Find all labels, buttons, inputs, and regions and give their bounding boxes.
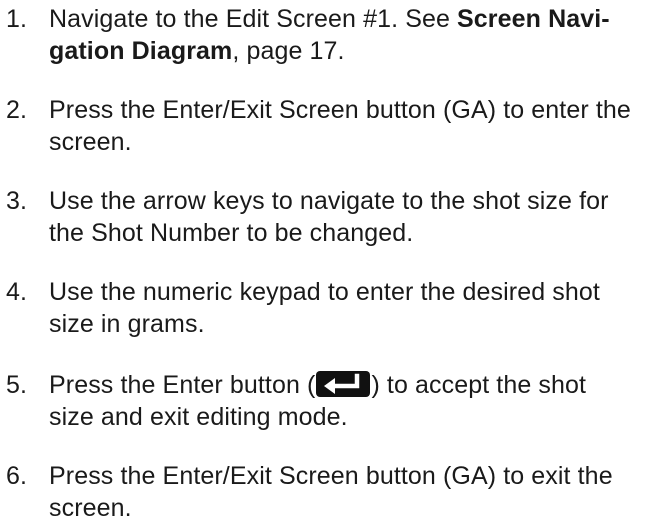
step-line: Press the Enter/Exit Screen button (GA) … [49,96,631,124]
step-number: 1. [6,5,28,33]
step-line: size and exit editing mode. [49,403,348,431]
step-text: Use the arrow keys to navigate to the sh… [49,185,659,249]
step-number: 2. [6,96,28,124]
step-text-part: , page 17. [232,37,345,65]
section-link-text: Screen Navi- [457,5,610,33]
step-text-part: Press the Enter button ( [49,371,316,399]
step-line: Use the arrow keys to navigate to the sh… [49,187,609,215]
step-line: gation Diagram, page 17. [49,35,659,67]
enter-key-icon [316,371,371,398]
step-line: Press the Enter/Exit Screen button (GA) … [49,462,613,490]
step-line: the Shot Number to be changed. [49,219,414,247]
step-line: screen. [49,128,132,156]
section-link-text: gation Diagram [49,37,233,65]
step-text-part: ) to accept the shot [371,371,587,399]
step-line: screen. [49,494,132,522]
step-text-part: Navigate to the Edit Screen #1. See [49,5,458,33]
step-line: Press the Enter button ( ) to accept the… [49,369,659,401]
step-number: 3. [6,187,28,215]
step-line: Use the numeric keypad to enter the desi… [49,278,600,306]
step-text: Use the numeric keypad to enter the desi… [49,276,659,340]
step-text: Press the Enter/Exit Screen button (GA) … [49,460,659,524]
step-text: Press the Enter/Exit Screen button (GA) … [49,94,659,158]
procedure-steps: 1. Navigate to the Edit Screen #1. See S… [0,0,663,531]
step-text: Press the Enter button ( ) to accept the… [49,369,659,433]
step-line: Navigate to the Edit Screen #1. See Scre… [49,3,659,35]
step-number: 6. [6,462,28,490]
step-text: Navigate to the Edit Screen #1. See Scre… [49,3,659,67]
step-line: size in grams. [49,310,205,338]
step-number: 4. [6,278,28,306]
step-number: 5. [6,371,28,399]
